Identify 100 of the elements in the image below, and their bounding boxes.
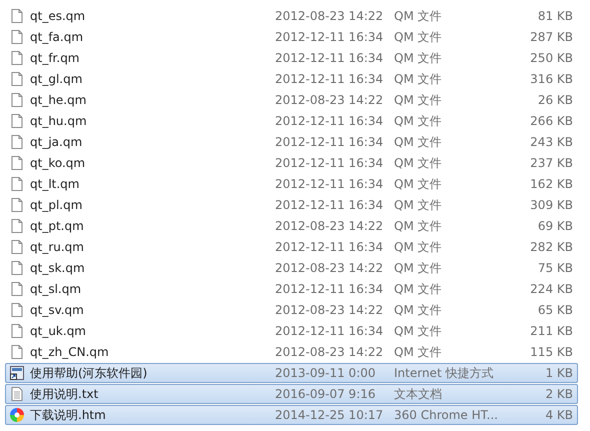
file-date: 2012-12-11 16:34 [275,198,384,212]
file-type: QM 文件 [394,28,443,46]
file-name: 下载说明.htm [30,406,107,424]
file-name: qt_uk.qm [30,324,87,338]
file-row[interactable]: qt_pt.qm 2012-08-23 14:22 QM 文件 69 KB [5,216,578,236]
file-date: 2012-08-23 14:22 [275,303,384,317]
file-size: 237 KB [529,156,574,170]
file-name: qt_fr.qm [30,51,80,65]
file-size: 26 KB [536,93,574,107]
file-type: QM 文件 [394,238,443,256]
file-type: QM 文件 [394,50,443,66]
shortcut-icon [9,365,25,381]
file-row[interactable]: qt_he.qm 2012-08-23 14:22 QM 文件 26 KB [5,90,578,110]
file-date: 2012-12-11 16:34 [275,324,384,338]
document-icon [9,71,25,87]
file-size: 69 KB [536,219,574,233]
file-row[interactable]: qt_fa.qm 2012-12-11 16:34 QM 文件 287 KB [5,27,578,47]
file-type: QM 文件 [394,322,443,340]
file-name: qt_ja.qm [30,135,84,149]
file-size: 309 KB [529,198,574,212]
file-name: qt_sk.qm [30,261,86,275]
file-date: 2016-09-07 9:16 [275,387,376,401]
file-row[interactable]: qt_zh_CN.qm 2012-08-23 14:22 QM 文件 115 KB [5,342,578,362]
document-icon [9,155,25,171]
file-name: qt_pt.qm [30,219,85,233]
file-row[interactable]: 使用说明.txt 2016-09-07 9:16 文本文档 2 KB [5,384,578,404]
file-name: qt_lt.qm [30,177,80,191]
file-date: 2012-08-23 14:22 [275,9,384,23]
file-size: 75 KB [536,261,574,275]
file-row[interactable]: qt_es.qm 2012-08-23 14:22 QM 文件 81 KB [5,6,578,26]
file-type: QM 文件 [394,92,443,108]
file-date: 2013-09-11 0:00 [275,366,376,380]
file-size: 81 KB [536,9,574,23]
file-type: Internet 快捷方式 [394,364,494,382]
file-date: 2012-12-11 16:34 [275,135,384,149]
text-file-icon [9,386,25,402]
file-row[interactable]: qt_ko.qm 2012-12-11 16:34 QM 文件 237 KB [5,153,578,173]
file-size: 266 KB [529,114,574,128]
file-type: 文本文档 [394,386,443,402]
file-row[interactable]: qt_pl.qm 2012-12-11 16:34 QM 文件 309 KB [5,195,578,215]
file-row[interactable]: qt_hu.qm 2012-12-11 16:34 QM 文件 266 KB [5,111,578,131]
file-size: 316 KB [529,72,574,86]
file-size: 1 KB [544,366,574,380]
browser-icon [9,407,25,423]
file-size: 162 KB [529,177,574,191]
file-name: qt_pl.qm [30,198,84,212]
file-name: qt_gl.qm [30,72,84,86]
file-size: 282 KB [529,240,574,254]
file-date: 2012-08-23 14:22 [275,345,384,359]
file-row[interactable]: qt_sk.qm 2012-08-23 14:22 QM 文件 75 KB [5,258,578,278]
document-icon [9,134,25,150]
document-icon [9,323,25,339]
document-icon [9,29,25,45]
file-type: QM 文件 [394,302,443,318]
file-row[interactable]: qt_uk.qm 2012-12-11 16:34 QM 文件 211 KB [5,321,578,341]
document-icon [9,218,25,234]
file-row[interactable]: qt_ru.qm 2012-12-11 16:34 QM 文件 282 KB [5,237,578,257]
file-row[interactable]: qt_gl.qm 2012-12-11 16:34 QM 文件 316 KB [5,69,578,89]
document-icon [9,50,25,66]
file-type: QM 文件 [394,8,443,24]
file-type: QM 文件 [394,260,443,276]
file-date: 2012-12-11 16:34 [275,51,384,65]
file-row[interactable]: 使用帮助(河东软件园) 2013-09-11 0:00 Internet 快捷方式 1 KB [5,363,578,383]
file-row[interactable]: qt_sv.qm 2012-08-23 14:22 QM 文件 65 KB [5,300,578,320]
file-type: QM 文件 [394,134,443,150]
file-date: 2012-08-23 14:22 [275,219,384,233]
file-size: 4 KB [544,408,574,422]
file-row[interactable]: 下载说明.htm 2014-12-25 10:17 360 Chrome HT... 4 KB [5,405,578,425]
file-date: 2012-12-11 16:34 [275,282,384,296]
file-name: qt_he.qm [30,93,88,107]
file-row[interactable]: qt_fr.qm 2012-12-11 16:34 QM 文件 250 KB [5,48,578,68]
file-size: 224 KB [529,282,574,296]
file-type: QM 文件 [394,280,443,298]
file-type: QM 文件 [394,154,443,172]
document-icon [9,92,25,108]
document-icon [9,176,25,192]
file-size: 287 KB [529,30,574,44]
document-icon [9,239,25,255]
file-name: qt_zh_CN.qm [30,345,110,359]
file-row[interactable]: qt_ja.qm 2012-12-11 16:34 QM 文件 243 KB [5,132,578,152]
file-row[interactable]: qt_lt.qm 2012-12-11 16:34 QM 文件 162 KB [5,174,578,194]
file-date: 2012-12-11 16:34 [275,240,384,254]
file-row[interactable]: qt_sl.qm 2012-12-11 16:34 QM 文件 224 KB [5,279,578,299]
file-name: qt_fa.qm [30,30,84,44]
file-size: 115 KB [529,345,574,359]
file-name: qt_hu.qm [30,114,88,128]
document-icon [9,302,25,318]
file-date: 2012-12-11 16:34 [275,177,384,191]
file-type: QM 文件 [394,344,443,360]
file-date: 2014-12-25 10:17 [275,408,384,422]
file-date: 2012-12-11 16:34 [275,30,384,44]
file-size: 243 KB [529,135,574,149]
file-type: QM 文件 [394,112,443,130]
document-icon [9,344,25,360]
document-icon [9,113,25,129]
document-icon [9,260,25,276]
file-type: QM 文件 [394,70,443,88]
file-date: 2012-12-11 16:34 [275,156,384,170]
file-type: QM 文件 [394,218,443,234]
document-icon [9,197,25,213]
